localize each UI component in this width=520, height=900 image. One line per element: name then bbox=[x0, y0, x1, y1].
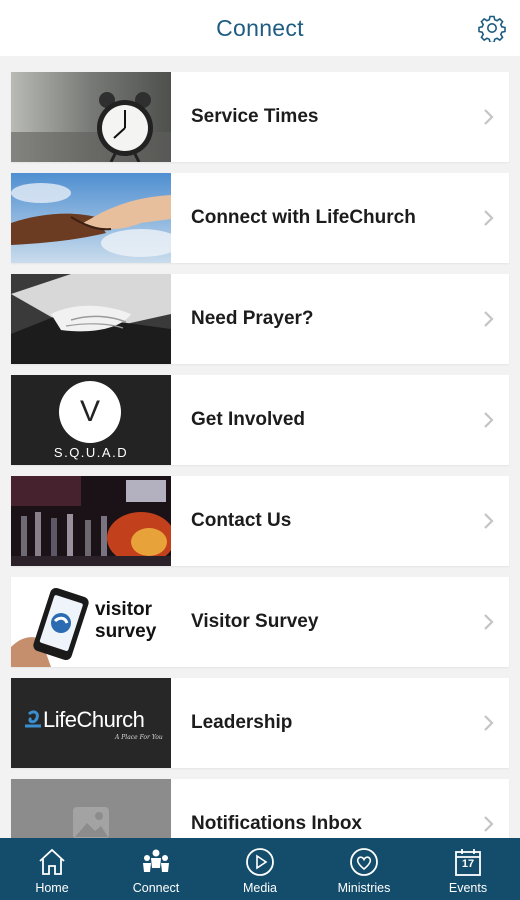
list-item-need-prayer[interactable]: Need Prayer? bbox=[11, 274, 509, 364]
list-item-label: Leadership bbox=[191, 712, 293, 733]
tab-label: Media bbox=[242, 881, 278, 895]
chevron-right-icon bbox=[469, 678, 509, 768]
tab-ministries[interactable]: Ministries bbox=[312, 838, 416, 900]
app-screen: Connect Service Times Connect with LifeC… bbox=[0, 0, 520, 900]
play-icon bbox=[246, 848, 274, 876]
chevron-right-icon bbox=[469, 577, 509, 667]
tab-connect[interactable]: Connect bbox=[104, 838, 208, 900]
list-item-label: Contact Us bbox=[191, 510, 292, 531]
tab-events[interactable]: 17 Events bbox=[416, 838, 520, 900]
tab-media[interactable]: Media bbox=[208, 838, 312, 900]
list-item-get-involved[interactable]: V S.Q.U.A.D Get Involved bbox=[11, 375, 509, 465]
tab-label: Events bbox=[448, 881, 488, 895]
list-item-notifications-inbox[interactable]: Notifications Inbox bbox=[11, 779, 509, 838]
tab-label: Connect bbox=[132, 881, 180, 895]
list-item-service-times[interactable]: Service Times bbox=[11, 72, 509, 162]
lifechurch-logo: LifeChurch A Place For You bbox=[11, 678, 171, 768]
home-icon bbox=[39, 848, 65, 875]
list-item-label: Get Involved bbox=[191, 409, 306, 430]
bottom-tab-bar: Home Connect Media Ministries 17 Events bbox=[0, 838, 520, 900]
calendar-date-text: 17 bbox=[461, 858, 475, 870]
chevron-right-icon bbox=[469, 173, 509, 263]
handshake-photo bbox=[11, 173, 171, 263]
connect-list: Service Times Connect with LifeChurch Ne… bbox=[0, 56, 520, 838]
list-item-label: Connect with LifeChurch bbox=[191, 207, 416, 228]
visitor-survey-line1: visitor bbox=[95, 599, 153, 620]
chevron-right-icon bbox=[469, 375, 509, 465]
chevron-right-icon bbox=[469, 274, 509, 364]
image-placeholder-icon bbox=[11, 779, 171, 838]
list-item-label: Need Prayer? bbox=[191, 308, 314, 329]
list-item-label: Visitor Survey bbox=[191, 611, 319, 632]
heart-icon bbox=[350, 848, 378, 876]
praying-hands-photo bbox=[11, 274, 171, 364]
list-item-connect-with-lifechurch[interactable]: Connect with LifeChurch bbox=[11, 173, 509, 263]
header-bar: Connect bbox=[0, 0, 520, 56]
page-title: Connect bbox=[216, 14, 304, 41]
worship-stage-photo bbox=[11, 476, 171, 566]
list-item-label: Notifications Inbox bbox=[191, 813, 362, 834]
list-item-leadership[interactable]: LifeChurch A Place For You Leadership bbox=[11, 678, 509, 768]
tab-home[interactable]: Home bbox=[0, 838, 104, 900]
gear-icon[interactable] bbox=[478, 14, 506, 42]
chevron-right-icon bbox=[469, 779, 509, 838]
squad-logo-letter: V bbox=[79, 395, 100, 428]
squad-logo-caption: S.Q.U.A.D bbox=[53, 445, 129, 460]
lifechurch-logo-text: LifeChurch bbox=[43, 707, 145, 732]
squad-logo: V S.Q.U.A.D bbox=[11, 375, 171, 465]
list-item-visitor-survey[interactable]: visitor survey Visitor Survey bbox=[11, 577, 509, 667]
chevron-right-icon bbox=[469, 72, 509, 162]
alarm-clock-photo bbox=[11, 72, 171, 162]
visitor-survey-graphic: visitor survey bbox=[11, 577, 171, 667]
lifechurch-logo-tagline: A Place For You bbox=[115, 734, 163, 741]
tab-label: Ministries bbox=[337, 881, 391, 895]
list-item-contact-us[interactable]: Contact Us bbox=[11, 476, 509, 566]
visitor-survey-line2: survey bbox=[95, 621, 157, 642]
people-icon bbox=[143, 849, 169, 872]
chevron-right-icon bbox=[469, 476, 509, 566]
list-item-label: Service Times bbox=[191, 106, 319, 127]
tab-label: Home bbox=[35, 881, 69, 895]
